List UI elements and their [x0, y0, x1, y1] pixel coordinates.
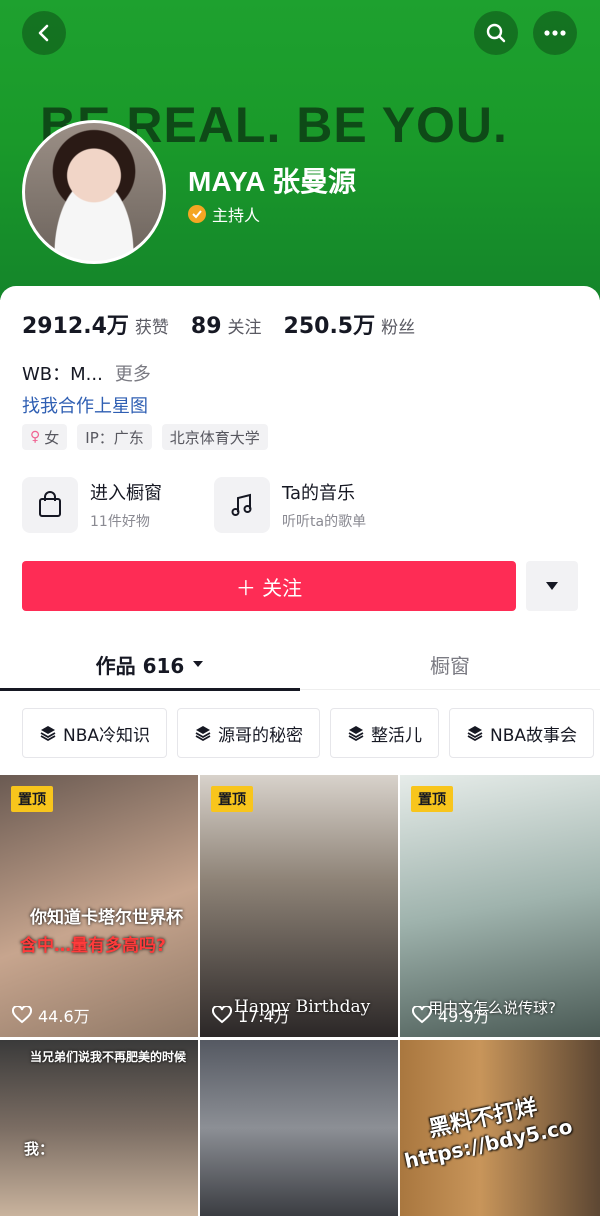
- pinned-badge: 置顶: [11, 786, 53, 812]
- cooperation-link[interactable]: 找我合作上星图: [22, 392, 148, 418]
- bio-text: WB：M...: [22, 364, 103, 385]
- video-caption: 含中…量有多高吗?: [20, 936, 166, 956]
- follow-button[interactable]: ＋ 关注: [22, 561, 516, 611]
- video-thumbnail[interactable]: [200, 1040, 398, 1216]
- gender-label: 女: [44, 428, 60, 447]
- shopping-bag-icon: [22, 477, 78, 533]
- tab-window[interactable]: 橱窗: [300, 638, 600, 690]
- heart-icon: [412, 1006, 432, 1024]
- stats-row: 2912.4万 获赞 89 关注 250.5万 粉丝: [22, 308, 437, 340]
- ip-tag: IP：广东: [77, 424, 152, 450]
- school-tag[interactable]: 北京体育大学: [161, 424, 268, 450]
- content-tabs: 作品 616 橱窗: [0, 638, 600, 691]
- collections-row: NBA冷知识 源哥的秘密 整活儿 NBA故事会: [22, 708, 600, 758]
- following-label[interactable]: 关注: [228, 313, 262, 338]
- video-thumbnail[interactable]: 置顶 Happy Birthday 17.4万: [200, 775, 398, 1037]
- profile-role: 主持人: [212, 206, 261, 225]
- pinned-badge: 置顶: [211, 786, 253, 812]
- video-likes-count: 49.9万: [438, 1007, 490, 1026]
- caret-down-icon: [193, 661, 204, 667]
- video-thumbnail[interactable]: 当兄弟们说我不再肥美的时候 我：: [0, 1040, 198, 1216]
- layers-icon: [195, 726, 211, 742]
- role-row: 主持人: [188, 202, 260, 226]
- search-icon: [486, 23, 506, 43]
- tab-active-indicator: [0, 688, 300, 691]
- pinned-badge: 置顶: [411, 786, 453, 812]
- more-button[interactable]: [533, 11, 577, 55]
- gender-tag: ♀ 女: [22, 424, 68, 450]
- collection-chip[interactable]: NBA冷知识: [22, 708, 168, 758]
- verified-badge-icon: [188, 205, 206, 223]
- bio: WB：M... 更多: [22, 360, 151, 386]
- shop-window-subtitle: 11件好物: [90, 514, 150, 530]
- video-caption: 我：: [24, 1140, 55, 1158]
- heart-icon: [212, 1006, 232, 1024]
- collection-chip[interactable]: 整活儿: [330, 708, 440, 758]
- avatar[interactable]: [22, 120, 166, 264]
- video-likes-count: 44.6万: [38, 1007, 90, 1026]
- video-caption: 你知道卡塔尔世界杯: [30, 908, 183, 928]
- tab-works[interactable]: 作品 616: [0, 638, 300, 690]
- video-thumbnail[interactable]: 置顶 用中文怎么说传球? 49.9万: [400, 775, 600, 1037]
- likes-label: 获赞: [134, 318, 169, 338]
- shortcuts: 进入橱窗 11件好物 Ta的音乐 听听ta的歌单: [22, 476, 578, 534]
- chevron-left-icon: [38, 24, 49, 42]
- collection-chip[interactable]: NBA故事会: [449, 708, 595, 758]
- caret-down-icon: [546, 582, 558, 590]
- music-subtitle: 听听ta的歌单: [282, 514, 367, 530]
- video-likes: 44.6万: [12, 1003, 90, 1027]
- tab-works-label: 作品 616: [95, 653, 185, 678]
- collection-label: 整活儿: [371, 725, 423, 746]
- video-likes: 17.4万: [212, 1003, 290, 1027]
- music-shortcut[interactable]: Ta的音乐 听听ta的歌单: [214, 476, 366, 534]
- back-button[interactable]: [22, 11, 66, 55]
- follow-dropdown-button[interactable]: [526, 561, 578, 611]
- more-dots-icon: [544, 30, 566, 36]
- layers-icon: [40, 726, 56, 742]
- followers-count[interactable]: 250.5万: [284, 308, 376, 340]
- music-title: Ta的音乐: [282, 483, 356, 504]
- profile-name: MAYA 张曼源: [188, 166, 357, 197]
- profile-sheet: 2912.4万 获赞 89 关注 250.5万 粉丝 WB：M... 更多 找我合…: [0, 286, 600, 1216]
- collection-chip[interactable]: 源哥的秘密: [177, 708, 321, 758]
- layers-icon: [348, 726, 364, 742]
- video-likes: 49.9万: [412, 1003, 490, 1027]
- video-caption: 当兄弟们说我不再肥美的时候: [30, 1050, 187, 1064]
- layers-icon: [467, 726, 483, 742]
- search-button[interactable]: [474, 11, 518, 55]
- following-count[interactable]: 89: [191, 314, 222, 339]
- collection-label: 源哥的秘密: [218, 725, 304, 746]
- likes-count: 2912.4万: [22, 314, 129, 339]
- video-likes-count: 17.4万: [238, 1007, 290, 1026]
- music-note-icon: [214, 477, 270, 533]
- female-icon: ♀: [30, 429, 41, 445]
- bio-more-link[interactable]: 更多: [115, 364, 151, 385]
- collection-label: NBA冷知识: [63, 725, 151, 746]
- profile-banner: BE REAL. BE YOU. MAYA 张曼源 主持人: [0, 0, 600, 300]
- heart-icon: [12, 1006, 32, 1024]
- shop-window-shortcut[interactable]: 进入橱窗 11件好物: [22, 476, 162, 534]
- shop-window-title: 进入橱窗: [90, 483, 162, 504]
- profile-tags: ♀ 女 IP：广东 北京体育大学: [22, 424, 268, 450]
- followers-label[interactable]: 粉丝: [381, 313, 415, 338]
- video-thumbnail[interactable]: 置顶 你知道卡塔尔世界杯 含中…量有多高吗? 44.6万: [0, 775, 198, 1037]
- collection-label: NBA故事会: [490, 725, 578, 746]
